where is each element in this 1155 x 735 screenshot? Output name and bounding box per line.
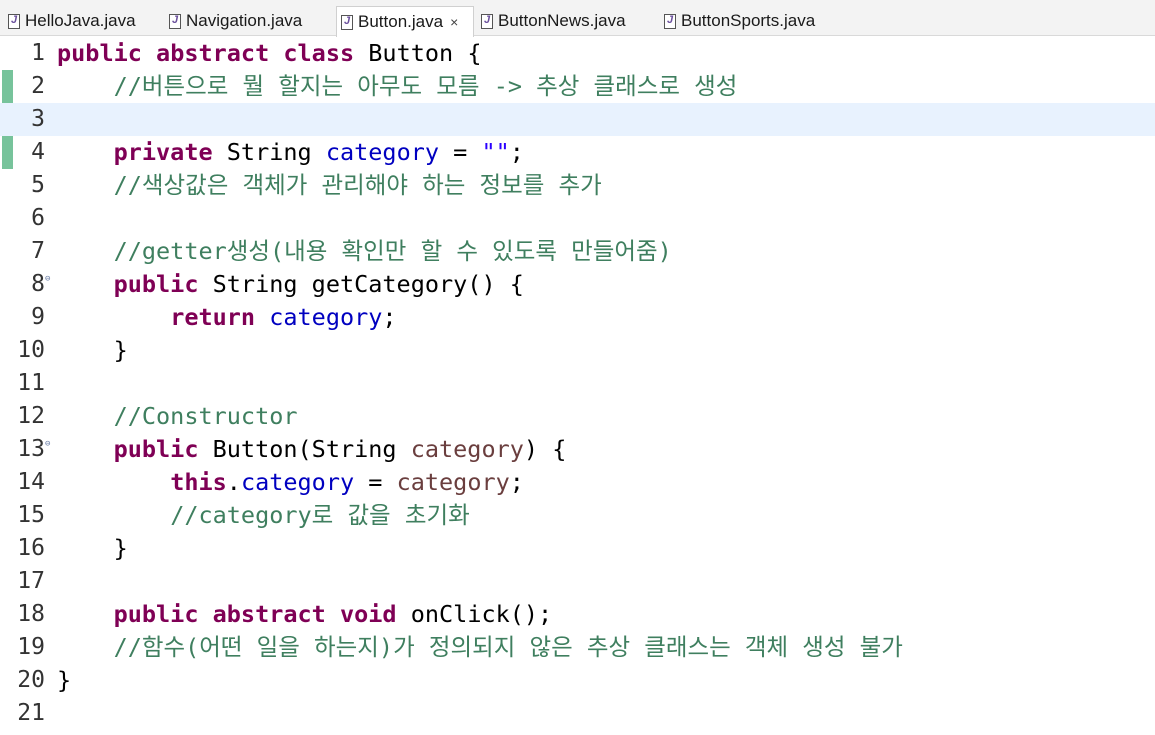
code-line[interactable]: 9 return category; [0, 301, 1155, 334]
code-text: } [57, 534, 128, 562]
code-line[interactable]: 13 ⊖ public Button(String category) { [0, 433, 1155, 466]
fold-toggle-icon[interactable]: ⊖ [45, 439, 50, 449]
code-text: //색상값은 객체가 관리해야 하는 정보를 추가 [113, 171, 602, 199]
line-number: 16 [17, 535, 45, 561]
tab-navigation[interactable]: Navigation.java [165, 6, 335, 36]
tab-label: ButtonNews.java [498, 11, 626, 30]
code-line[interactable]: 4 private String category = ""; [0, 136, 1155, 169]
code-text: //Constructor [113, 402, 298, 430]
editor-tab-bar: HelloJava.java Navigation.java Button.ja… [0, 0, 1155, 37]
line-number: 20 [17, 667, 45, 693]
code-line[interactable]: 20} [0, 664, 1155, 697]
java-file-icon [341, 14, 353, 30]
code-text: private String category = ""; [113, 138, 524, 166]
line-number: 9 [31, 304, 45, 330]
code-line[interactable]: 6 [0, 202, 1155, 235]
line-number: 5 [31, 172, 45, 198]
line-number: 18 [17, 601, 45, 627]
code-line[interactable]: 17 [0, 565, 1155, 598]
code-text: } [57, 666, 72, 694]
code-line[interactable]: 16 } [0, 532, 1155, 565]
tab-buttonnews[interactable]: ButtonNews.java [477, 6, 657, 36]
fold-toggle-icon[interactable]: ⊖ [45, 274, 50, 284]
code-text: //버튼으로 뭘 할지는 아무도 모름 -> 추상 클래스로 생성 [113, 72, 738, 100]
code-text: } [57, 336, 128, 364]
code-line[interactable]: 14 this.category = category; [0, 466, 1155, 499]
line-number: 1 [31, 40, 45, 66]
code-text: public String getCategory() { [113, 270, 524, 298]
java-file-icon [169, 13, 181, 29]
tab-hellojava[interactable]: HelloJava.java [4, 6, 162, 36]
code-line[interactable]: 11 [0, 367, 1155, 400]
code-text: //getter생성(내용 확인만 할 수 있도록 만들어줌) [113, 237, 672, 265]
code-line[interactable]: 12 //Constructor [0, 400, 1155, 433]
tab-label: HelloJava.java [25, 11, 136, 30]
code-line[interactable]: 19 //함수(어떤 일을 하는지)가 정의되지 않은 추상 클래스는 객체 생… [0, 631, 1155, 664]
code-line[interactable]: 2 //버튼으로 뭘 할지는 아무도 모름 -> 추상 클래스로 생성 [0, 70, 1155, 103]
java-file-icon [664, 13, 676, 29]
tab-label: Button.java [358, 12, 444, 31]
tab-label: Navigation.java [186, 11, 303, 30]
close-icon[interactable]: × [450, 14, 458, 30]
code-line[interactable]: 1 public abstract class Button { [0, 37, 1155, 70]
line-number: 17 [17, 568, 45, 594]
code-text: return category; [170, 303, 397, 331]
tab-button[interactable]: Button.java × [336, 6, 474, 37]
code-line[interactable]: 3 [0, 103, 1155, 136]
java-file-icon [481, 13, 493, 29]
tab-label: ButtonSports.java [681, 11, 816, 30]
code-text: public abstract void onClick(); [113, 600, 553, 628]
line-number: 10 [17, 337, 45, 363]
line-number: 15 [17, 502, 45, 528]
java-file-icon [8, 13, 20, 29]
tab-buttonsports[interactable]: ButtonSports.java [660, 6, 840, 36]
code-editor[interactable]: 1 public abstract class Button { 2 //버튼으로 … [0, 37, 1155, 735]
line-number: 14 [17, 469, 45, 495]
line-number: 3 [31, 106, 45, 132]
code-line[interactable]: 5 //색상값은 객체가 관리해야 하는 정보를 추가 [0, 169, 1155, 202]
code-text: //category로 값을 초기화 [170, 501, 470, 529]
line-number: 7 [31, 238, 45, 264]
code-line[interactable]: 7 //getter생성(내용 확인만 할 수 있도록 만들어줌) [0, 235, 1155, 268]
code-line[interactable]: 8 ⊖ public String getCategory() { [0, 268, 1155, 301]
line-number: 8 [31, 271, 45, 297]
line-number: 11 [17, 370, 45, 396]
code-line[interactable]: 10 } [0, 334, 1155, 367]
code-line[interactable]: 15 //category로 값을 초기화 [0, 499, 1155, 532]
code-line[interactable]: 18 public abstract void onClick(); [0, 598, 1155, 631]
line-number: 4 [31, 139, 45, 165]
code-text: public Button(String category) { [113, 435, 567, 463]
line-number: 6 [31, 205, 45, 231]
code-text: //함수(어떤 일을 하는지)가 정의되지 않은 추상 클래스는 객체 생성 불… [113, 633, 903, 661]
line-number: 12 [17, 403, 45, 429]
line-number: 13 [17, 436, 45, 462]
code-line[interactable]: 21 [0, 697, 1155, 730]
code-text: this.category = category; [170, 468, 524, 496]
line-number: 21 [17, 700, 45, 726]
line-number: 2 [31, 73, 45, 99]
code-text: public abstract class Button { [57, 39, 482, 67]
line-number: 19 [17, 634, 45, 660]
